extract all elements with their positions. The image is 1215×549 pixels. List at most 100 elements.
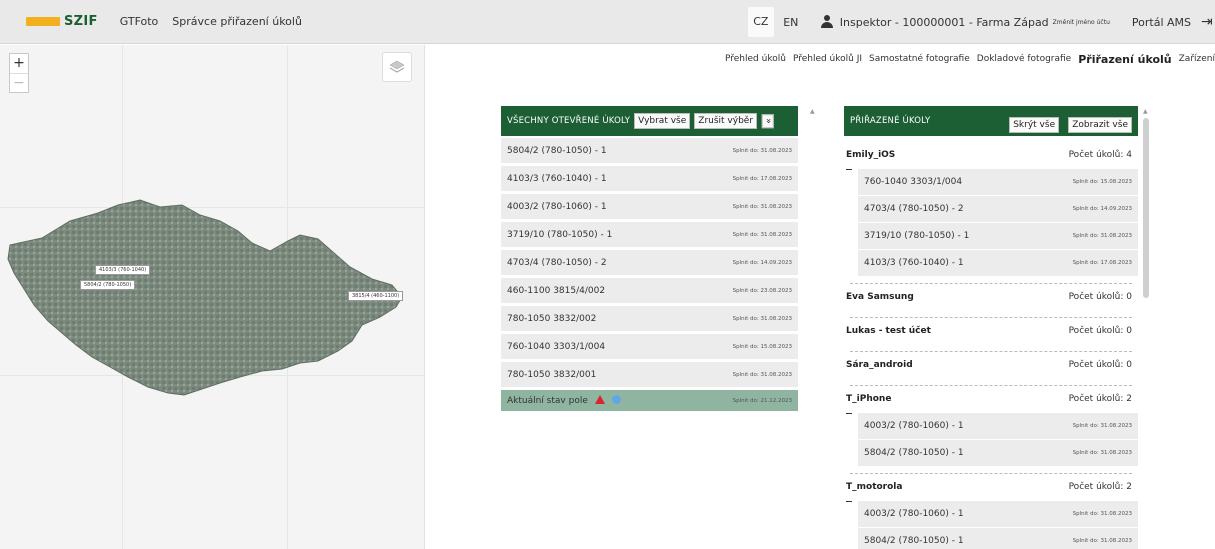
show-all-button[interactable]: Zobrazit vše	[1068, 116, 1132, 133]
assignee-group-header[interactable]: Sára_android Počet úkolů: 0	[844, 352, 1138, 378]
zoom-in-button[interactable]: +	[10, 54, 28, 73]
task-due-date: Splnit do: 15.08.2023	[1072, 179, 1132, 185]
open-task-row[interactable]: 4003/2 (780-1060) - 1 Splnit do: 31.08.20…	[501, 194, 798, 220]
group-separator	[850, 466, 1132, 474]
map-view[interactable]: + − 4103/3 (760-1040) 5804/2 (780-1050) …	[0, 45, 425, 549]
exit-icon[interactable]: ⇥	[1201, 14, 1215, 30]
open-task-row[interactable]: 4703/4 (780-1050) - 2 Splnit do: 14.09.20…	[501, 250, 798, 276]
task-due-date: Splnit do: 17.08.2023	[1072, 260, 1132, 266]
open-task-row[interactable]: 4103/3 (760-1040) - 1 Splnit do: 17.08.20…	[501, 166, 798, 192]
cancel-selection-button[interactable]: Zrušit výběr	[694, 113, 758, 129]
expand-chevron-icon[interactable]: »	[761, 114, 774, 128]
task-label: 4703/4 (780-1050) - 2	[864, 204, 964, 214]
scroll-up-icon[interactable]: ▲	[810, 108, 815, 115]
group-separator	[850, 310, 1132, 318]
user-info: Inspektor - 100000001 - Farma Západ Změn…	[820, 15, 1110, 29]
assigned-task-row[interactable]: 5804/2 (780-1050) - 1 Splnit do: 31.08.20…	[858, 440, 1138, 466]
task-due-date: Splnit do: 31.08.2023	[732, 203, 792, 210]
portal-ams-link[interactable]: Portál AMS	[1132, 16, 1191, 29]
task-label: 780-1050 3832/001	[507, 369, 597, 380]
assigned-tasks-header: PŘIŘAZENÉ ÚKOLY Skrýt vše Zobrazit vše	[844, 106, 1138, 136]
map-parcel-label[interactable]: 5804/2 (780-1050)	[80, 280, 136, 290]
warning-icon	[594, 395, 605, 404]
task-label: 4703/4 (780-1050) - 2	[507, 257, 607, 268]
assigned-task-row[interactable]: 3719/10 (780-1050) - 1 Splnit do: 31.08.2…	[858, 223, 1138, 249]
assignee-task-count: Počet úkolů: 4	[1068, 150, 1132, 160]
assignee-task-list: 760-1040 3303/1/004 Splnit do: 15.08.2023…	[844, 169, 1138, 276]
task-label: 3719/10 (780-1050) - 1	[864, 231, 970, 241]
field-status-label: Aktuální stav pole	[507, 396, 588, 406]
map-parcel-label[interactable]: 3815/4 (460-1100)	[348, 291, 404, 301]
assigned-task-row[interactable]: 4703/4 (780-1050) - 2 Splnit do: 14.09.20…	[858, 196, 1138, 222]
open-task-row[interactable]: 5804/2 (780-1050) - 1 Splnit do: 31.08.20…	[501, 138, 798, 164]
tab-task-overview-ji[interactable]: Přehled úkolů JI	[793, 54, 862, 64]
top-bar: SZIF GTFoto Správce přiřazení úkolů CZ E…	[0, 0, 1215, 44]
assignee-task-count: Počet úkolů: 0	[1068, 326, 1132, 336]
open-task-row[interactable]: 760-1040 3303/1/004 Splnit do: 15.08.2023	[501, 334, 798, 360]
task-due-date: Splnit do: 17.08.2023	[732, 175, 792, 182]
task-label: 760-1040 3303/1/004	[507, 341, 606, 352]
task-label: 760-1040 3303/1/004	[864, 177, 963, 187]
task-due-date: Splnit do: 31.08.2023	[1072, 538, 1132, 544]
task-due-date: Splnit do: 14.09.2023	[1072, 206, 1132, 212]
layers-button[interactable]	[382, 52, 412, 82]
logo-stripe	[26, 17, 60, 26]
open-task-row[interactable]: 3719/10 (780-1050) - 1 Splnit do: 31.08.2…	[501, 222, 798, 248]
lang-en-button[interactable]: EN	[778, 16, 804, 29]
collapse-icon[interactable]	[846, 169, 852, 170]
lang-cz-button[interactable]: CZ	[747, 7, 774, 37]
task-label: 460-1100 3815/4/002	[507, 285, 606, 296]
group-separator	[850, 378, 1132, 386]
tab-task-overview[interactable]: Přehled úkolů	[725, 54, 786, 64]
logo-text: SZIF	[64, 14, 98, 29]
assignee-task-list: 4003/2 (780-1060) - 1 Splnit do: 31.08.20…	[844, 501, 1138, 549]
open-tasks-header: VŠECHNY OTEVŘENÉ ÚKOLY Vybrat vše Zrušit…	[501, 106, 798, 136]
assignee-group-header[interactable]: Emily_iOS Počet úkolů: 4	[844, 142, 1138, 168]
collapse-icon[interactable]	[846, 413, 852, 414]
view-tabs: Přehled úkolů Přehled úkolů JI Samostatn…	[425, 45, 1215, 73]
assignee-group-header[interactable]: Lukas - test účet Počet úkolů: 0	[844, 318, 1138, 344]
collapse-icon[interactable]	[846, 501, 852, 502]
tab-evidence-photos[interactable]: Dokladové fotografie	[977, 54, 1071, 64]
assignee-group-header[interactable]: T_motorola Počet úkolů: 2	[844, 474, 1138, 500]
scrollbar-thumb[interactable]	[1143, 118, 1149, 298]
tab-standalone-photos[interactable]: Samostatné fotografie	[869, 54, 970, 64]
task-due-date: Splnit do: 31.08.2023	[1072, 511, 1132, 517]
assignee-group-header[interactable]: T_iPhone Počet úkolů: 2	[844, 386, 1138, 412]
zoom-out-button[interactable]: −	[10, 73, 28, 92]
assigned-task-row[interactable]: 760-1040 3303/1/004 Splnit do: 15.08.2023	[858, 169, 1138, 195]
user-icon	[820, 15, 834, 29]
scroll-up-icon[interactable]: ▲	[1143, 108, 1148, 115]
field-status-row[interactable]: Aktuální stav pole Splnit do: 21.12.2023	[501, 390, 798, 412]
assignee-task-list: 4003/2 (780-1060) - 1 Splnit do: 31.08.20…	[844, 413, 1138, 466]
assignee-task-count: Počet úkolů: 0	[1068, 292, 1132, 302]
task-label: 4003/2 (780-1060) - 1	[864, 509, 964, 519]
assigned-task-row[interactable]: 5804/2 (780-1050) - 1 Splnit do: 31.08.20…	[858, 528, 1138, 549]
tab-devices[interactable]: Zařízení	[1179, 54, 1215, 64]
select-all-button[interactable]: Vybrat vše	[634, 113, 691, 129]
task-due-date: Splnit do: 15.08.2023	[732, 343, 792, 350]
hide-all-button[interactable]: Skrýt vše	[1009, 116, 1060, 133]
map-parcel-label[interactable]: 4103/3 (760-1040)	[95, 265, 151, 275]
task-due-date: Splnit do: 31.08.2023	[1072, 233, 1132, 239]
assignee-group-header[interactable]: Eva Samsung Počet úkolů: 0	[844, 284, 1138, 310]
open-task-row[interactable]: 780-1050 3832/002 Splnit do: 31.08.2023	[501, 306, 798, 332]
change-user-link[interactable]: Změnit jméno účtu	[1053, 19, 1110, 26]
task-due-date: Splnit do: 14.09.2023	[732, 259, 792, 266]
nav-task-assignment[interactable]: Správce přiřazení úkolů	[172, 15, 302, 28]
assigned-task-row[interactable]: 4003/2 (780-1060) - 1 Splnit do: 31.08.20…	[858, 413, 1138, 439]
nav-gtfoto[interactable]: GTFoto	[120, 15, 159, 28]
task-label: 4103/3 (760-1040) - 1	[864, 258, 964, 268]
open-task-row[interactable]: 780-1050 3832/001 Splnit do: 31.08.2023	[501, 362, 798, 388]
assigned-task-row[interactable]: 4003/2 (780-1060) - 1 Splnit do: 31.08.20…	[858, 501, 1138, 527]
info-icon[interactable]	[611, 395, 621, 404]
szif-logo[interactable]: SZIF	[26, 14, 98, 29]
task-label: 5804/2 (780-1050) - 1	[864, 536, 964, 546]
task-due-date: Splnit do: 31.08.2023	[1072, 423, 1132, 429]
tab-task-assignment[interactable]: Přiřazení úkolů	[1078, 53, 1171, 66]
task-due-date: Splnit do: 31.08.2023	[732, 371, 792, 378]
open-task-row[interactable]: 460-1100 3815/4/002 Splnit do: 23.08.2023	[501, 278, 798, 304]
assigned-task-row[interactable]: 4103/3 (760-1040) - 1 Splnit do: 17.08.20…	[858, 250, 1138, 276]
task-label: 5804/2 (780-1050) - 1	[864, 448, 964, 458]
task-label: 4003/2 (780-1060) - 1	[507, 201, 607, 212]
